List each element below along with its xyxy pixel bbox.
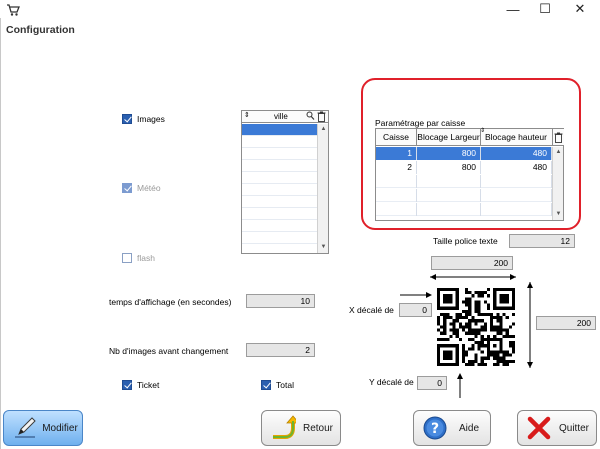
ville-row[interactable]: [242, 220, 317, 232]
table-row[interactable]: [376, 175, 552, 188]
close-button[interactable]: ✕: [565, 0, 595, 18]
qr-code-image: [437, 288, 515, 366]
caisse-cell: 2: [376, 161, 417, 174]
qr-width-input[interactable]: 200: [431, 256, 513, 270]
modifier-button[interactable]: Modifier: [3, 410, 83, 446]
quitter-label: Quitter: [558, 422, 589, 434]
width-arrow-icon: [430, 274, 516, 280]
scroll-up-icon[interactable]: ▲: [319, 125, 328, 134]
ticket-label: Ticket: [137, 380, 160, 390]
hauteur-column-header: ⇕ Blocage hauteur: [480, 128, 553, 146]
modifier-label: Modifier: [42, 422, 78, 434]
ville-row[interactable]: [242, 196, 317, 208]
y-decale-input[interactable]: 0: [417, 376, 447, 390]
ville-row[interactable]: [242, 208, 317, 220]
ville-scrollbar[interactable]: ▲ ▼: [317, 124, 328, 253]
close-x-icon: [527, 416, 551, 440]
x-decale-label: X décalé de: [349, 305, 394, 315]
images-label: Images: [137, 114, 165, 124]
y-decale-label: Y décalé de: [369, 377, 414, 387]
trash-icon[interactable]: [317, 111, 326, 124]
ticket-checkbox[interactable]: Ticket: [122, 380, 159, 390]
hauteur-cell: 480: [481, 147, 552, 160]
y-offset-arrow-icon: [457, 373, 463, 398]
parametrage-title: Paramétrage par caisse: [375, 118, 466, 128]
taille-police-input[interactable]: 12: [509, 234, 575, 248]
largeur-cell: 800: [417, 161, 481, 174]
height-arrow-icon: [527, 282, 533, 368]
ville-row[interactable]: [242, 172, 317, 184]
meteo-label: Météo: [137, 183, 161, 193]
row-marker-icon: ⇕: [244, 112, 250, 119]
temps-affichage-label: temps d'affichage (en secondes): [109, 297, 232, 307]
nb-images-input[interactable]: 2: [246, 343, 315, 357]
x-offset-arrow-icon: [400, 292, 432, 298]
table-row[interactable]: 1 800 480: [376, 147, 552, 160]
parametrage-grid[interactable]: Caisse Blocage Largeur ⇕ Blocage hauteur…: [375, 128, 564, 221]
flash-checkbox[interactable]: flash: [122, 253, 155, 263]
minimize-button[interactable]: —: [498, 0, 528, 18]
meteo-checkbox-box[interactable]: [122, 183, 132, 193]
total-label: Total: [276, 380, 294, 390]
temps-affichage-input[interactable]: 10: [246, 294, 315, 308]
search-icon[interactable]: [306, 111, 315, 123]
quitter-button[interactable]: Quitter: [517, 410, 597, 446]
largeur-cell: 800: [417, 147, 481, 160]
pencil-icon: [15, 417, 36, 438]
svg-text:?: ?: [431, 421, 439, 437]
help-icon: ?: [423, 416, 447, 440]
sort-marker-icon: ⇕: [480, 128, 486, 134]
table-row[interactable]: [376, 189, 552, 202]
x-decale-input[interactable]: 0: [399, 303, 432, 317]
total-checkbox[interactable]: Total: [261, 380, 294, 390]
table-row[interactable]: 2 800 480: [376, 161, 552, 174]
aide-label: Aide: [458, 422, 479, 434]
total-checkbox-box[interactable]: [261, 380, 271, 390]
largeur-column-header: Blocage Largeur: [417, 129, 481, 146]
caisse-cell: 1: [376, 147, 417, 160]
images-checkbox-box[interactable]: [122, 114, 132, 124]
parametrage-scrollbar[interactable]: ▲ ▼: [552, 147, 563, 220]
ville-row[interactable]: [242, 124, 317, 136]
back-arrow-icon: [273, 415, 296, 439]
ville-row[interactable]: [242, 232, 317, 244]
aide-button[interactable]: ? Aide: [413, 410, 491, 446]
ville-row[interactable]: [242, 160, 317, 172]
ville-row[interactable]: [242, 136, 317, 148]
cart-icon: [6, 3, 20, 17]
trash-icon[interactable]: [553, 129, 564, 146]
images-checkbox[interactable]: Images: [122, 114, 165, 124]
scroll-down-icon[interactable]: ▼: [554, 210, 563, 219]
hauteur-cell: 480: [481, 161, 552, 174]
table-row[interactable]: [376, 203, 552, 216]
ville-grid-header: ⇕ ville: [242, 111, 328, 123]
flash-checkbox-box[interactable]: [122, 253, 132, 263]
ville-row[interactable]: [242, 148, 317, 160]
maximize-button[interactable]: ☐: [530, 0, 560, 18]
flash-label: flash: [137, 253, 155, 263]
caisse-column-header: Caisse: [376, 129, 417, 146]
window-border: [0, 18, 1, 449]
scroll-up-icon[interactable]: ▲: [554, 148, 563, 157]
retour-label: Retour: [302, 422, 333, 434]
qr-height-input[interactable]: 200: [536, 316, 596, 330]
window-title: Configuration: [6, 24, 75, 36]
meteo-checkbox[interactable]: Météo: [122, 183, 161, 193]
taille-police-label: Taille police texte: [433, 236, 498, 246]
ville-grid[interactable]: ⇕ ville ▲ ▼: [241, 110, 329, 254]
scroll-down-icon[interactable]: ▼: [319, 243, 328, 252]
nb-images-label: Nb d'images avant changement: [109, 346, 229, 356]
ticket-checkbox-box[interactable]: [122, 380, 132, 390]
ville-row[interactable]: [242, 184, 317, 196]
retour-button[interactable]: Retour: [261, 410, 341, 446]
ville-column-header: ville: [274, 112, 288, 121]
